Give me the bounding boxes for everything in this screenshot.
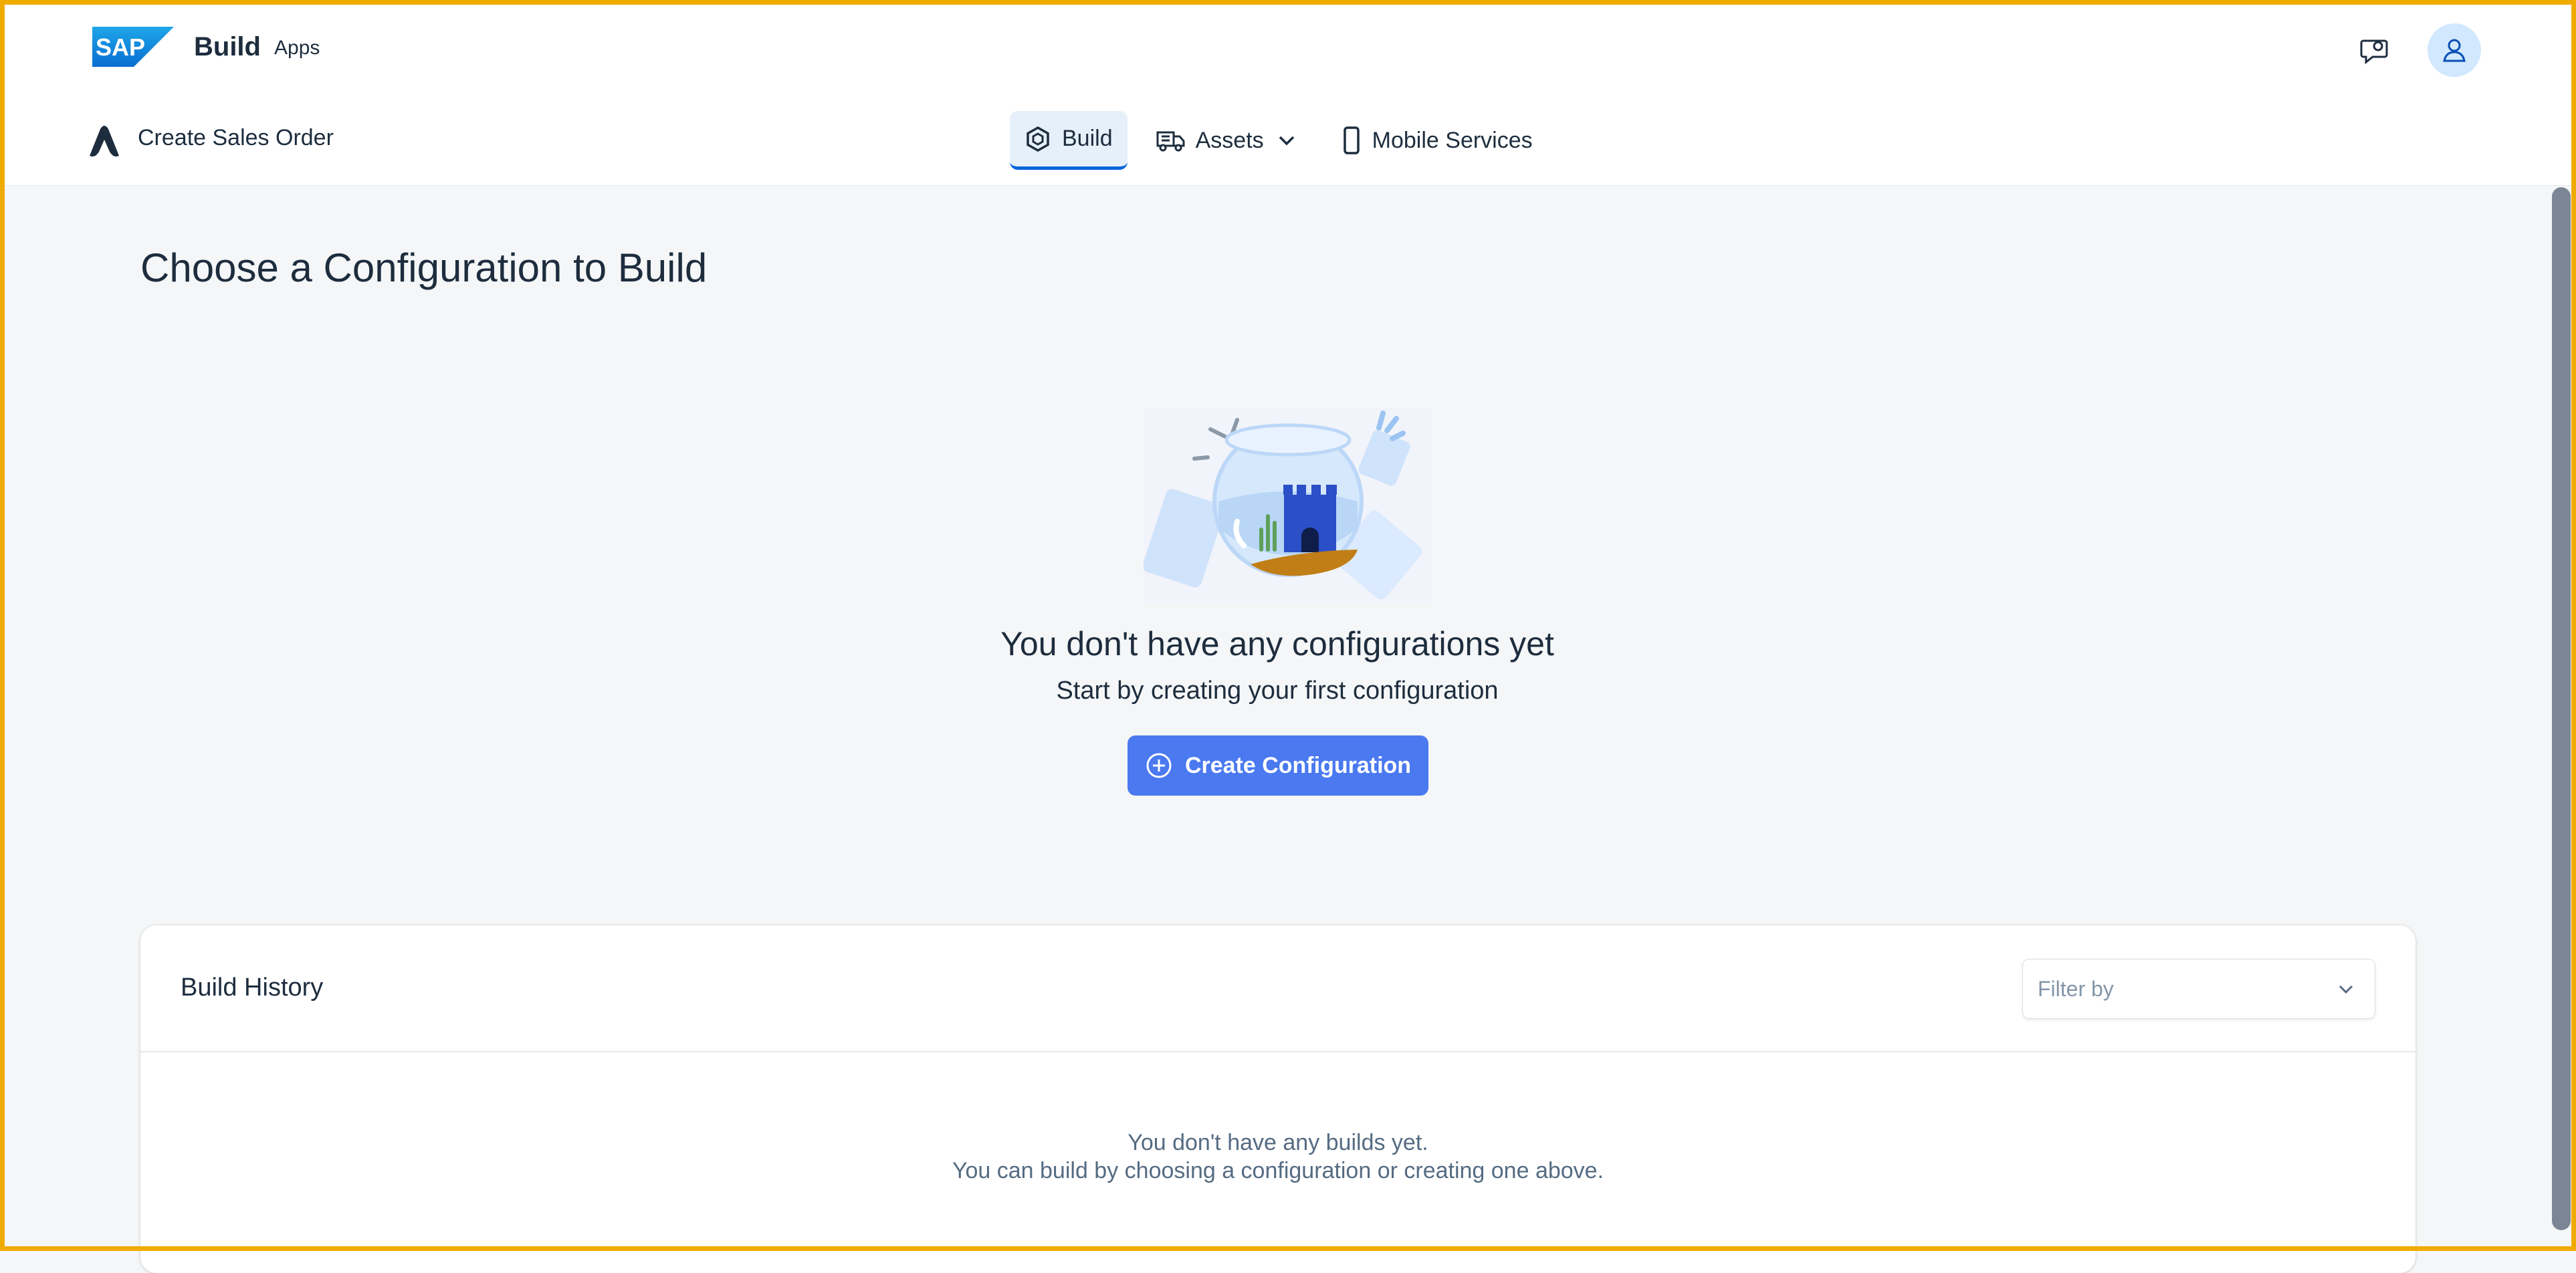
create-configuration-button[interactable]: Create Configuration xyxy=(1128,735,1428,796)
empty-state-subtitle: Start by creating your first configurati… xyxy=(1056,677,1499,705)
app-bar: Create Sales Order Build Assets Mobile S… xyxy=(0,97,2576,186)
sap-logo-text: SAP xyxy=(96,33,145,61)
empty-state-title: You don't have any configurations yet xyxy=(1000,625,1554,663)
tab-build-label: Build xyxy=(1062,126,1113,151)
mobile-icon xyxy=(1343,126,1360,154)
feedback-icon xyxy=(2360,39,2388,65)
user-icon xyxy=(2443,39,2466,62)
navigation-tabs: Build Assets Mobile Services xyxy=(1010,109,1547,172)
empty-builds-line-1: You don't have any builds yet. xyxy=(1128,1130,1428,1155)
chevron-down-icon[interactable] xyxy=(1275,128,1299,152)
tab-assets-label: Assets xyxy=(1195,127,1264,153)
product-subtitle: Apps xyxy=(274,37,320,59)
build-icon xyxy=(1027,126,1049,152)
sap-logo[interactable]: SAP xyxy=(92,27,174,67)
tab-mobile-services[interactable]: Mobile Services xyxy=(1327,111,1547,170)
chevron-down-icon xyxy=(2339,985,2353,994)
empty-builds-line-2: You can build by choosing a configuratio… xyxy=(952,1158,1604,1183)
page-scrollbar[interactable] xyxy=(2552,187,2571,1230)
app-name[interactable]: Create Sales Order xyxy=(138,125,334,151)
product-name: Build xyxy=(194,32,261,62)
truck-icon xyxy=(1156,131,1185,152)
user-avatar[interactable] xyxy=(2428,23,2481,77)
empty-fishbowl-illustration xyxy=(1144,408,1432,602)
build-history-header: Build History Filter by xyxy=(140,925,2416,1052)
build-history-panel: Build History Filter by You don't have a… xyxy=(140,925,2416,1273)
feedback-button[interactable] xyxy=(2347,23,2401,77)
add-circle-icon xyxy=(1146,753,1172,778)
filter-select[interactable]: Filter by xyxy=(2022,959,2375,1019)
tab-assets[interactable]: Assets xyxy=(1141,111,1313,170)
filter-placeholder: Filter by xyxy=(2038,977,2114,1001)
build-history-title: Build History xyxy=(181,973,324,1002)
page-title: Choose a Configuration to Build xyxy=(140,245,708,290)
shell-bar: SAP Build Apps xyxy=(0,0,2576,97)
tab-build[interactable]: Build xyxy=(1010,111,1128,170)
create-configuration-label: Create Configuration xyxy=(1184,752,1412,778)
build-history-empty-message: You don't have any builds yet. You can b… xyxy=(140,1129,2416,1185)
app-icon xyxy=(90,126,119,157)
tab-mobile-services-label: Mobile Services xyxy=(1372,127,1533,153)
